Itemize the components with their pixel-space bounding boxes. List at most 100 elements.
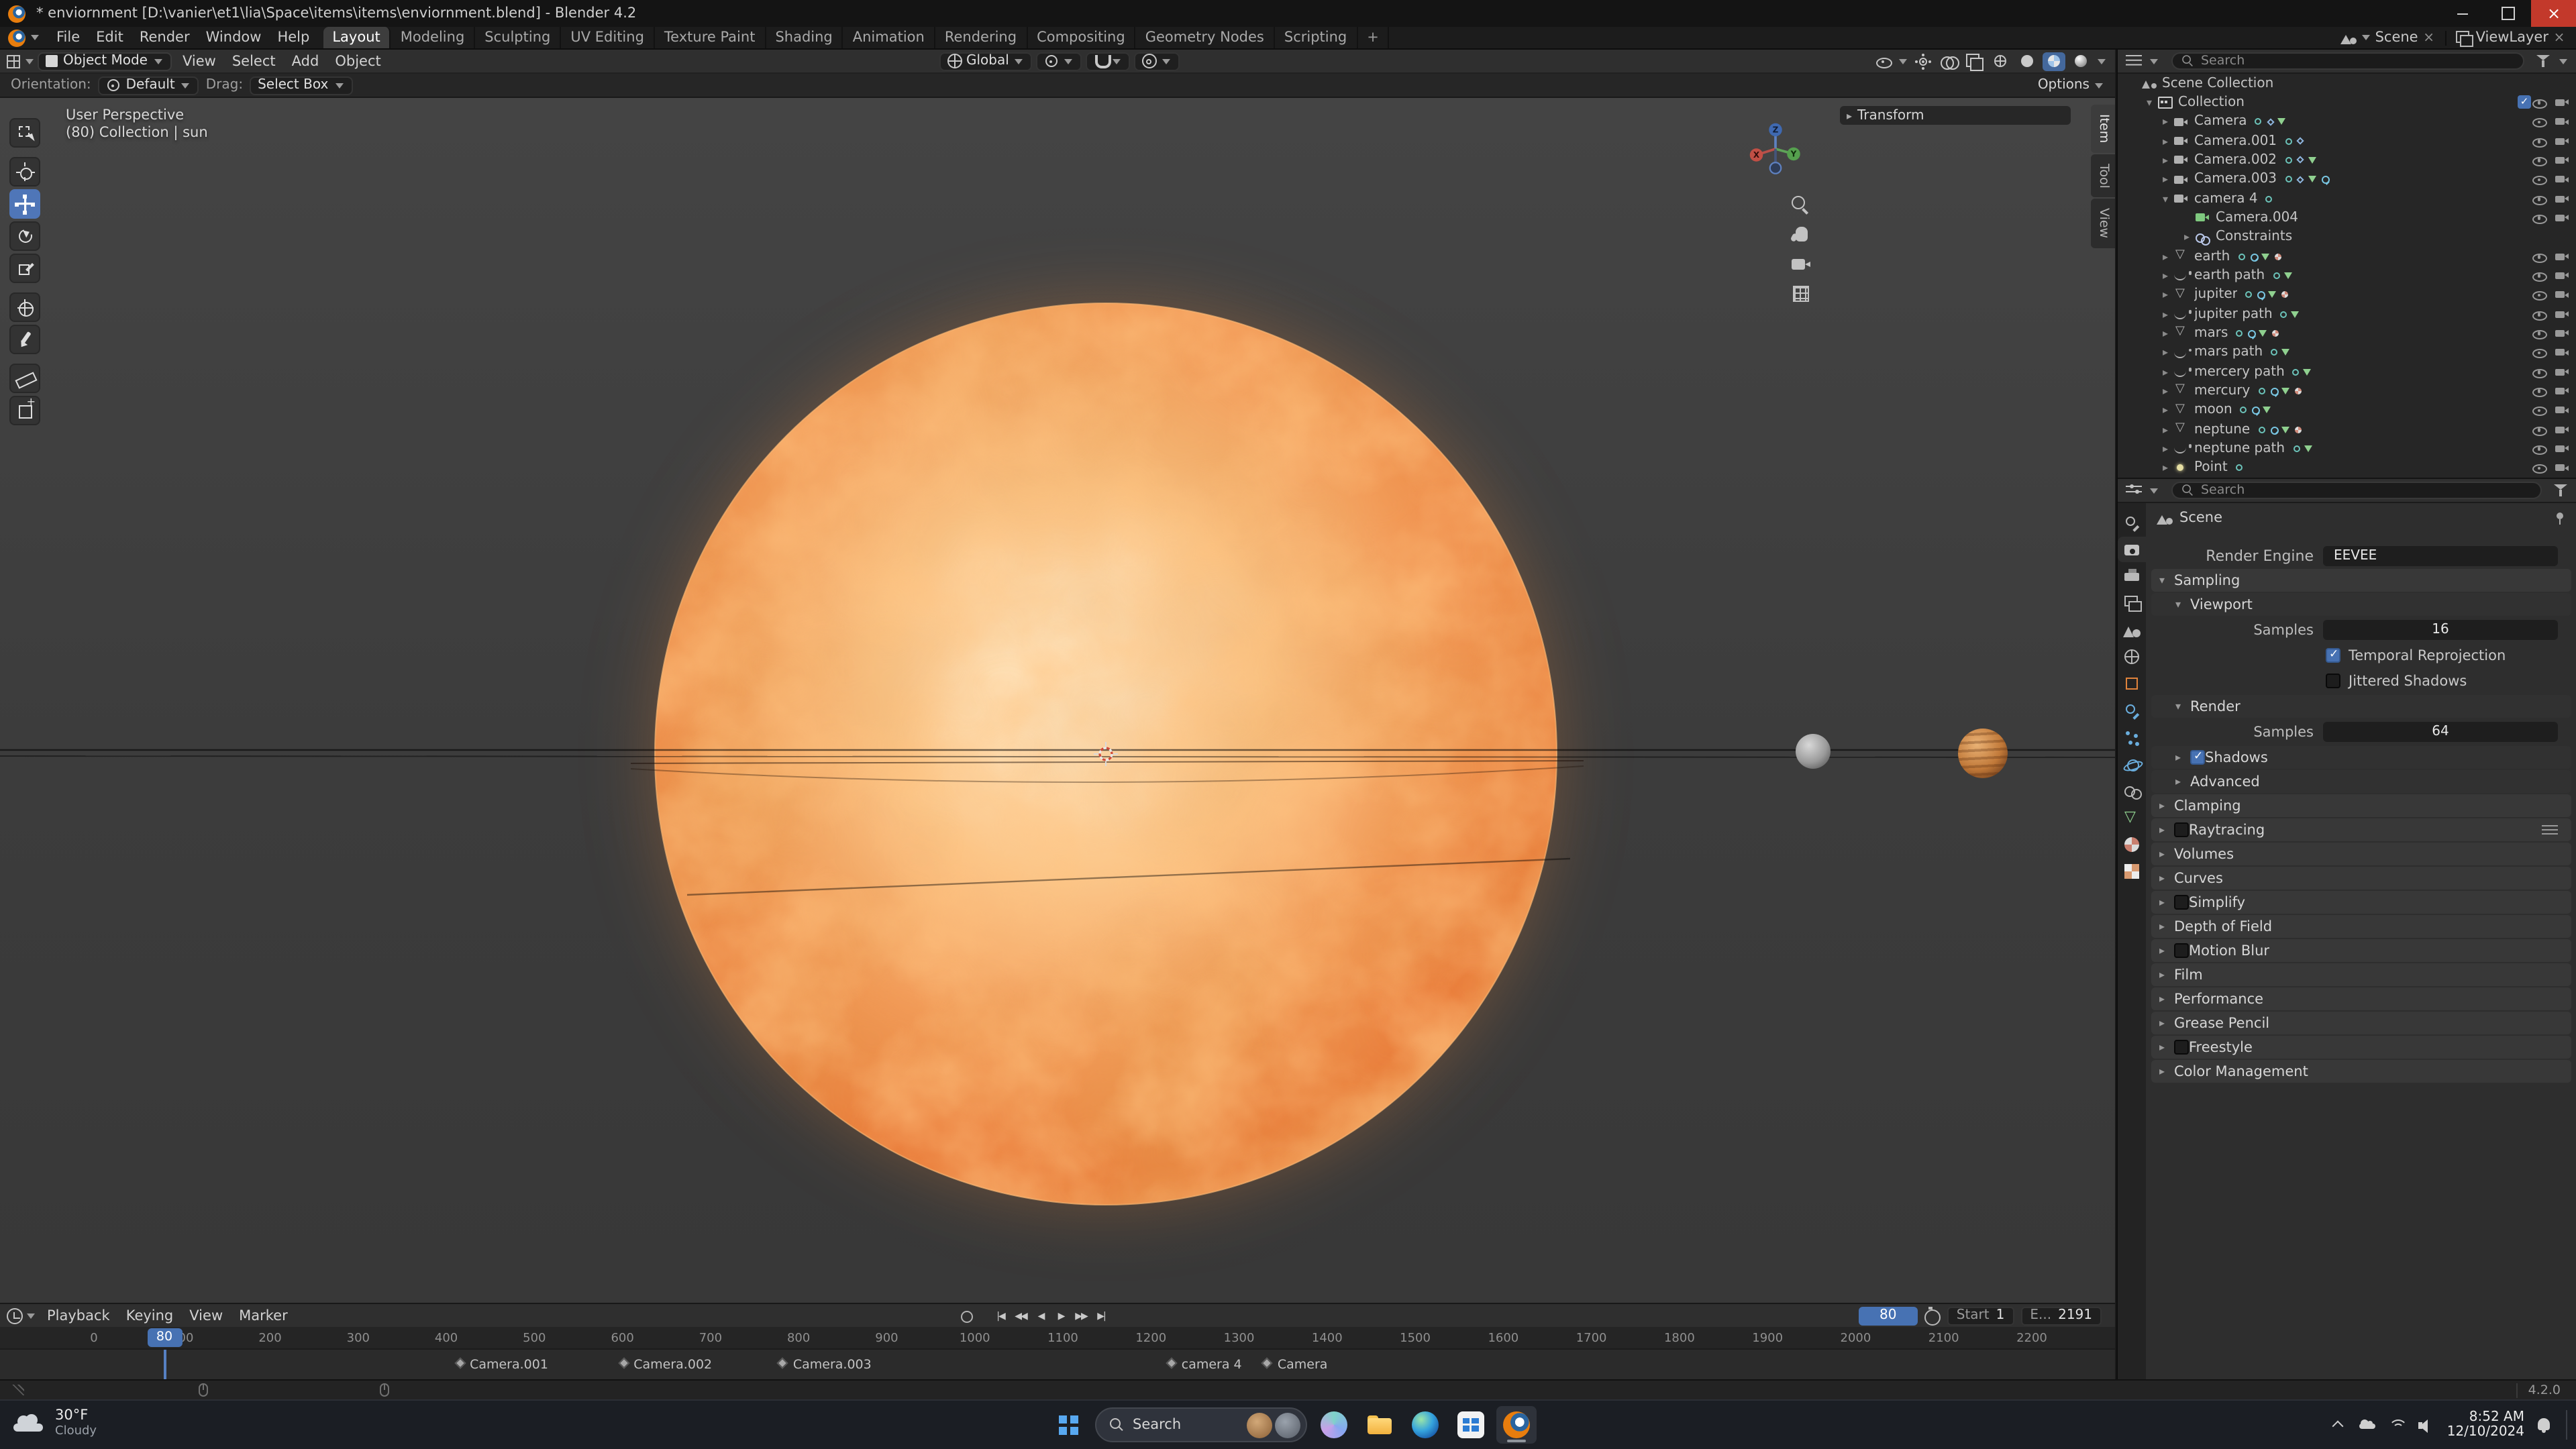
disable-in-renders-icon[interactable] <box>2554 403 2570 417</box>
outliner-item-label[interactable]: Camera <box>2194 115 2247 129</box>
timeline-menu-item[interactable]: Playback <box>39 1307 118 1324</box>
start-button[interactable] <box>1048 1406 1088 1444</box>
outliner-row[interactable]: Camera.003 ✓ <box>2118 170 2576 189</box>
disclosure-triangle-icon[interactable] <box>2159 800 2174 812</box>
menu-item[interactable]: Edit <box>88 27 132 48</box>
checkbox[interactable] <box>2174 943 2189 958</box>
disable-in-renders-icon[interactable] <box>2554 134 2570 148</box>
value-field[interactable]: 64 <box>2323 722 2558 742</box>
tool-button-annotate[interactable] <box>9 325 40 354</box>
taskbar-app-blender[interactable] <box>1496 1406 1537 1444</box>
timeline-menu-item[interactable]: Keying <box>118 1307 182 1324</box>
disclosure-triangle-icon[interactable] <box>2158 174 2173 186</box>
outliner-item-label[interactable]: Camera.004 <box>2216 211 2298 225</box>
disable-in-renders-icon[interactable] <box>2554 96 2570 109</box>
preview-range-icon[interactable] <box>1924 1307 1941 1324</box>
properties-row[interactable]: Samples 16 <box>2146 617 2576 643</box>
outliner-item-label[interactable]: Constraints <box>2216 230 2292 245</box>
tool-button-scale[interactable] <box>9 254 40 283</box>
outliner-row[interactable]: neptune path ✓ <box>2118 439 2576 458</box>
disclosure-triangle-icon[interactable] <box>2159 574 2174 586</box>
shading-wireframe-button[interactable] <box>1989 52 2012 70</box>
pan-hand-icon[interactable] <box>1790 224 1812 246</box>
tool-button-measure[interactable] <box>9 364 40 393</box>
outliner-editor-icon[interactable] <box>2126 54 2142 68</box>
shading-rendered-button[interactable] <box>2069 52 2092 70</box>
properties-tab-constraints[interactable] <box>2118 778 2146 804</box>
disclosure-triangle-icon[interactable] <box>2159 872 2174 884</box>
chevron-down-icon[interactable] <box>25 1310 36 1321</box>
timeline-ruler[interactable]: 0100200300400500600700800900100011001200… <box>0 1327 2115 1350</box>
outliner-row[interactable]: neptune ✓ <box>2118 420 2576 439</box>
disclosure-triangle-icon[interactable] <box>2175 598 2190 610</box>
outliner-row[interactable]: Camera ✓ <box>2118 112 2576 131</box>
properties-row[interactable]: Performance <box>2151 987 2571 1010</box>
disable-in-renders-icon[interactable] <box>2554 192 2570 205</box>
outliner-row[interactable]: Point ✓ <box>2118 458 2576 478</box>
properties-row[interactable]: Samples 64 <box>2146 719 2576 745</box>
presets-icon[interactable] <box>2542 823 2558 837</box>
disclosure-triangle-icon[interactable] <box>2175 775 2190 788</box>
menu-item[interactable]: File <box>48 27 88 48</box>
transport-button-jump-to-start[interactable]: |◀ <box>990 1307 1011 1324</box>
current-frame-field[interactable]: 80 <box>1859 1306 1918 1325</box>
disclosure-triangle-icon[interactable] <box>2159 993 2174 1005</box>
workspace-tab[interactable]: Shading <box>766 27 843 48</box>
breadcrumb-label[interactable]: Scene <box>2179 510 2222 526</box>
tool-button-move[interactable] <box>9 189 40 219</box>
disclosure-triangle-icon[interactable] <box>2158 270 2173 282</box>
outliner-item-label[interactable]: Scene Collection <box>2162 76 2273 91</box>
disclosure-triangle-icon[interactable] <box>2158 327 2173 339</box>
disable-in-renders-icon[interactable] <box>2554 461 2570 474</box>
xray-toggle[interactable] <box>1963 52 1985 70</box>
tool-button-rotate[interactable] <box>9 221 40 251</box>
workspace-tab[interactable]: Modeling <box>391 27 476 48</box>
hide-in-viewport-icon[interactable] <box>2531 154 2547 167</box>
properties-tab-output[interactable] <box>2118 564 2146 589</box>
disclosure-triangle-icon[interactable] <box>2179 231 2194 244</box>
taskbar-app-copilot[interactable] <box>1314 1406 1354 1444</box>
disclosure-triangle-icon[interactable] <box>2158 462 2173 474</box>
properties-row[interactable]: Color Management <box>2151 1060 2571 1083</box>
disable-in-renders-icon[interactable] <box>2554 211 2570 225</box>
taskbar-app-edge[interactable] <box>1405 1406 1445 1444</box>
chevron-down-icon[interactable] <box>2096 56 2107 66</box>
orientation-dropdown[interactable]: Default <box>98 76 199 95</box>
properties-row[interactable]: Clamping <box>2151 794 2571 817</box>
disable-in-renders-icon[interactable] <box>2554 384 2570 398</box>
outliner-item-label[interactable]: Camera.002 <box>2194 153 2277 168</box>
zoom-icon[interactable] <box>1790 195 1812 216</box>
editor-type-icon[interactable] <box>5 53 21 69</box>
outliner-item-label[interactable]: mercery path <box>2194 364 2285 379</box>
outliner-row[interactable]: earth ✓ <box>2118 247 2576 266</box>
outliner-item-label[interactable]: neptune path <box>2194 441 2285 456</box>
outliner-row[interactable]: Camera.004 ✓ <box>2118 209 2576 228</box>
viewport-menu-item[interactable]: View <box>174 53 224 69</box>
workspace-tab[interactable]: Sculpting <box>475 27 561 48</box>
outliner-row[interactable]: jupiter path ✓ <box>2118 305 2576 324</box>
hide-in-viewport-icon[interactable] <box>2531 134 2547 148</box>
disable-in-renders-icon[interactable] <box>2554 250 2570 263</box>
disable-in-renders-icon[interactable] <box>2554 269 2570 282</box>
snapping-toggle[interactable] <box>1086 52 1130 70</box>
properties-row[interactable]: Jittered Shadows <box>2146 668 2576 694</box>
disclosure-triangle-icon[interactable] <box>2158 385 2173 397</box>
outliner-row[interactable]: Camera.002 ✓ <box>2118 151 2576 170</box>
unlink-view-layer-icon[interactable]: × <box>2553 30 2566 45</box>
taskbar-clock[interactable]: 8:52 AM 12/10/2024 <box>2447 1409 2524 1440</box>
current-frame-indicator[interactable]: 80 <box>147 1328 182 1347</box>
outliner-row[interactable]: jupiter ✓ <box>2118 285 2576 305</box>
chevron-down-icon[interactable] <box>2149 56 2159 66</box>
drag-dropdown[interactable]: Select Box <box>250 76 352 95</box>
properties-tab-object-data[interactable] <box>2118 805 2146 830</box>
outliner-item-label[interactable]: Camera.003 <box>2194 172 2277 187</box>
end-frame-field[interactable]: E...2191 <box>2020 1306 2102 1325</box>
outliner-item-label[interactable]: mercury <box>2194 384 2250 398</box>
disclosure-triangle-icon[interactable] <box>2159 1017 2174 1029</box>
viewport-menu-item[interactable]: Object <box>327 53 389 69</box>
disclosure-triangle-icon[interactable] <box>2158 423 2173 435</box>
transport-button-next-keyframe[interactable]: ▶▶ <box>1071 1307 1091 1324</box>
properties-search-input[interactable]: Search <box>2171 482 2542 499</box>
disclosure-triangle-icon[interactable] <box>2142 97 2157 109</box>
show-gizmo-toggle[interactable] <box>1912 52 1934 70</box>
